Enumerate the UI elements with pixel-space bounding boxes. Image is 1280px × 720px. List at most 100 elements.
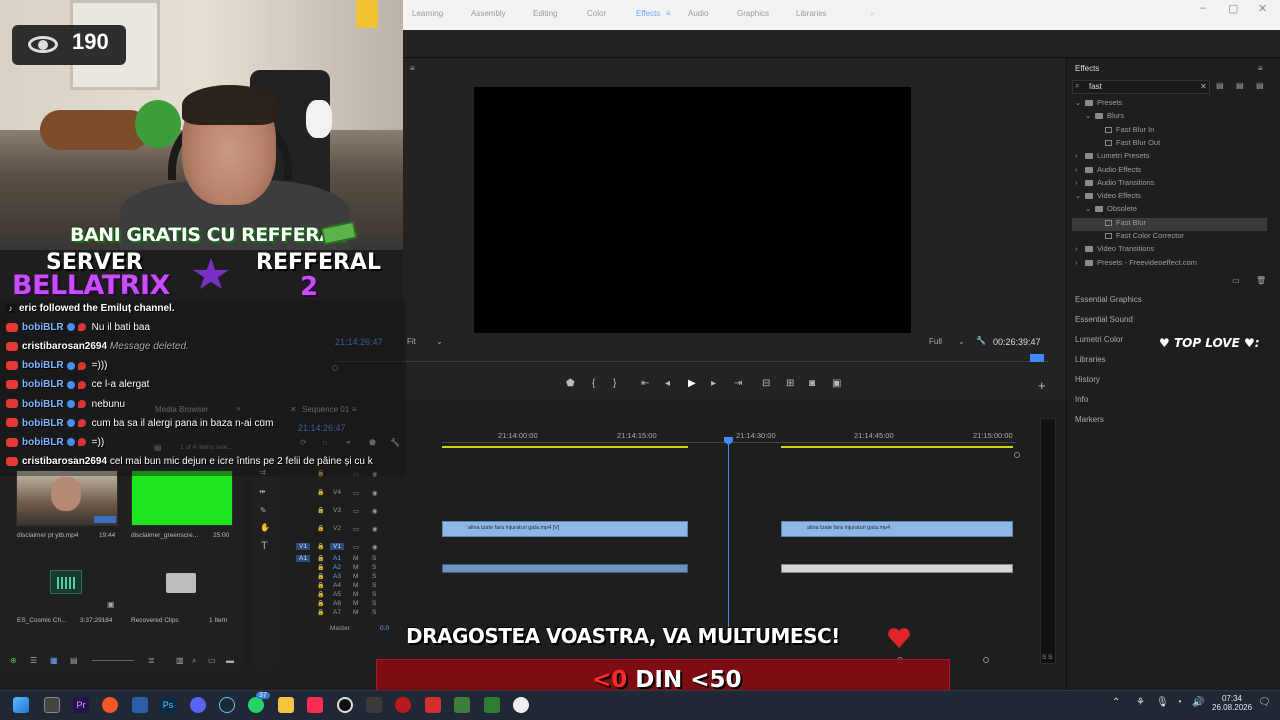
chevron-icon[interactable]: ›	[1075, 258, 1085, 267]
tiktok-icon[interactable]	[307, 697, 323, 713]
extract-icon[interactable]: ⊞	[786, 378, 794, 389]
mute-button[interactable]: M	[353, 564, 358, 571]
new-bin-icon[interactable]: ▭	[1232, 276, 1240, 285]
panel-libraries[interactable]: Libraries	[1075, 355, 1106, 364]
panel-essential-graphics[interactable]: Essential Graphics	[1075, 295, 1142, 304]
track-lock-icon[interactable]: 🔒	[317, 543, 324, 550]
track-lock-icon[interactable]: 🔒	[317, 489, 324, 496]
mute-button[interactable]: M	[353, 555, 358, 562]
track-lock-icon[interactable]: 🔒	[317, 582, 324, 589]
track-lock-icon[interactable]: 🔒	[317, 525, 324, 532]
workspace-tab-audio[interactable]: Audio	[688, 9, 708, 18]
effects-tree-item[interactable]: Fast Color Corrector	[1072, 231, 1267, 244]
solo-button[interactable]: S	[372, 564, 376, 571]
play-icon[interactable]: ▶	[688, 378, 696, 389]
effects-menu-icon[interactable]: ≡	[1258, 64, 1263, 73]
workspace-tab-libraries[interactable]: Libraries	[796, 9, 827, 18]
panel-markers[interactable]: Markers	[1075, 415, 1104, 424]
track-lock-icon[interactable]: 🔒	[317, 573, 324, 580]
windows-start-icon[interactable]	[13, 697, 29, 713]
effects-tree-item[interactable]: › Audio Effects	[1072, 165, 1267, 178]
program-scrub-bar[interactable]	[335, 358, 1048, 362]
source-patch-v1[interactable]: V1	[296, 543, 310, 550]
audio-clip[interactable]	[442, 564, 688, 573]
32bit-effects-icon[interactable]: ▤	[1236, 81, 1244, 90]
sort-icon[interactable]: ≣	[148, 656, 155, 665]
workspace-tab-editing[interactable]: Editing	[533, 9, 557, 18]
hand-tool-icon[interactable]: ✋	[260, 523, 270, 532]
chevron-icon[interactable]: ⌄	[1075, 191, 1085, 200]
lock-icon[interactable]: ⊕	[10, 656, 17, 665]
microphone-icon[interactable]: 🎙	[1156, 697, 1169, 708]
automate-icon[interactable]: ▥	[176, 656, 184, 665]
freeform-view-icon[interactable]: ▤	[70, 656, 78, 665]
camera-icon[interactable]: ◙	[809, 378, 815, 389]
workspace-menu-icon[interactable]: ≡	[666, 9, 671, 18]
mute-button[interactable]: M	[353, 609, 358, 616]
step-back-icon[interactable]: ◂	[665, 378, 670, 389]
mute-button[interactable]: M	[353, 600, 358, 607]
panel-history[interactable]: History	[1075, 375, 1100, 384]
tray-chevron-up-icon[interactable]: ⌃	[1112, 697, 1120, 708]
solo-button[interactable]: S	[372, 573, 376, 580]
chevron-icon[interactable]: ⌄	[1085, 204, 1095, 213]
sync-lock-icon[interactable]: ▭	[353, 525, 359, 533]
track-lock-icon[interactable]: 🔒	[317, 591, 324, 598]
chevron-icon[interactable]: ›	[1075, 178, 1085, 187]
folder-icon[interactable]	[166, 573, 196, 593]
media-player-icon[interactable]	[513, 697, 529, 713]
effects-tree-item[interactable]: › Presets - Freevideoeffect.com	[1072, 258, 1267, 271]
fit-chevron-down-icon[interactable]: ⌄	[436, 337, 443, 346]
workspace-tab-color[interactable]: Color	[587, 9, 606, 18]
minimize-button[interactable]: –	[1200, 2, 1206, 14]
solo-button[interactable]: S	[372, 600, 376, 607]
clear-search-icon[interactable]: ✕	[1200, 82, 1207, 91]
discord-icon[interactable]	[190, 697, 206, 713]
workspace-tab-learning[interactable]: Learning	[412, 9, 443, 18]
mark-in-icon[interactable]: {	[592, 378, 595, 389]
track-lock-icon[interactable]: 🔒	[317, 555, 324, 562]
panel-menu-icon[interactable]: ≡	[410, 64, 415, 73]
icon-view-icon[interactable]: ▦	[50, 656, 58, 665]
effects-search-value[interactable]: fast	[1089, 82, 1102, 91]
wifi-icon[interactable]: ◔	[1176, 697, 1182, 708]
chevron-icon[interactable]: ⌄	[1075, 98, 1085, 107]
ripple-edit-icon[interactable]: ⇹	[259, 487, 266, 496]
close-button[interactable]: ✕	[1258, 2, 1267, 15]
workspace-tab-graphics[interactable]: Graphics	[737, 9, 769, 18]
video-clip[interactable]: alina tzate fara injuraturi gata.mp4	[781, 521, 1013, 537]
list-view-icon[interactable]: ☰	[30, 656, 37, 665]
track-lock-icon[interactable]: 🔒	[317, 507, 324, 514]
chevron-icon[interactable]: ›	[1075, 151, 1085, 160]
program-playhead[interactable]	[1030, 354, 1044, 362]
chevron-icon[interactable]: ›	[1075, 165, 1085, 174]
track-eye-icon[interactable]: ◉	[372, 525, 378, 533]
delete-icon[interactable]: 🗑	[1256, 276, 1266, 285]
type-tool-icon[interactable]: T	[261, 540, 268, 552]
step-forward-icon[interactable]: ▸	[711, 378, 716, 389]
fit-dropdown[interactable]: Fit	[407, 337, 416, 346]
program-video-frame[interactable]	[474, 87, 911, 333]
panel-essential-sound[interactable]: Essential Sound	[1075, 315, 1133, 324]
pen-tool-icon[interactable]: ✎	[260, 506, 267, 515]
steam-icon[interactable]	[219, 697, 235, 713]
zoom-handle-icon[interactable]	[983, 657, 989, 663]
clock[interactable]: 07:34 26.08.2026	[1212, 694, 1252, 712]
find-icon[interactable]: ⌕	[192, 656, 196, 666]
maximize-button[interactable]: ▢	[1228, 2, 1238, 15]
solo-button[interactable]: S	[372, 591, 376, 598]
effects-tree-item[interactable]: ⌄ Presets	[1072, 98, 1267, 111]
chevron-icon[interactable]: ⌄	[1085, 111, 1095, 120]
track-lock-icon[interactable]: 🔒	[317, 600, 324, 607]
new-item-icon[interactable]: ▬	[226, 656, 234, 665]
app-icon[interactable]	[395, 697, 411, 713]
mute-button[interactable]: M	[353, 582, 358, 589]
accelerated-effects-icon[interactable]: ▤	[1216, 81, 1224, 90]
video-clip[interactable]: alina tzate fara injuraturi gata.mp4 [V]	[442, 521, 688, 537]
meter-solo-labels[interactable]: S S	[1042, 654, 1052, 661]
solo-button[interactable]: S	[372, 609, 376, 616]
sync-lock-icon[interactable]: ▭	[353, 543, 359, 551]
effects-tree-item[interactable]: › Lumetri Presets	[1072, 151, 1267, 164]
solo-button[interactable]: S	[372, 582, 376, 589]
track-lock-icon[interactable]: 🔒	[317, 564, 324, 571]
